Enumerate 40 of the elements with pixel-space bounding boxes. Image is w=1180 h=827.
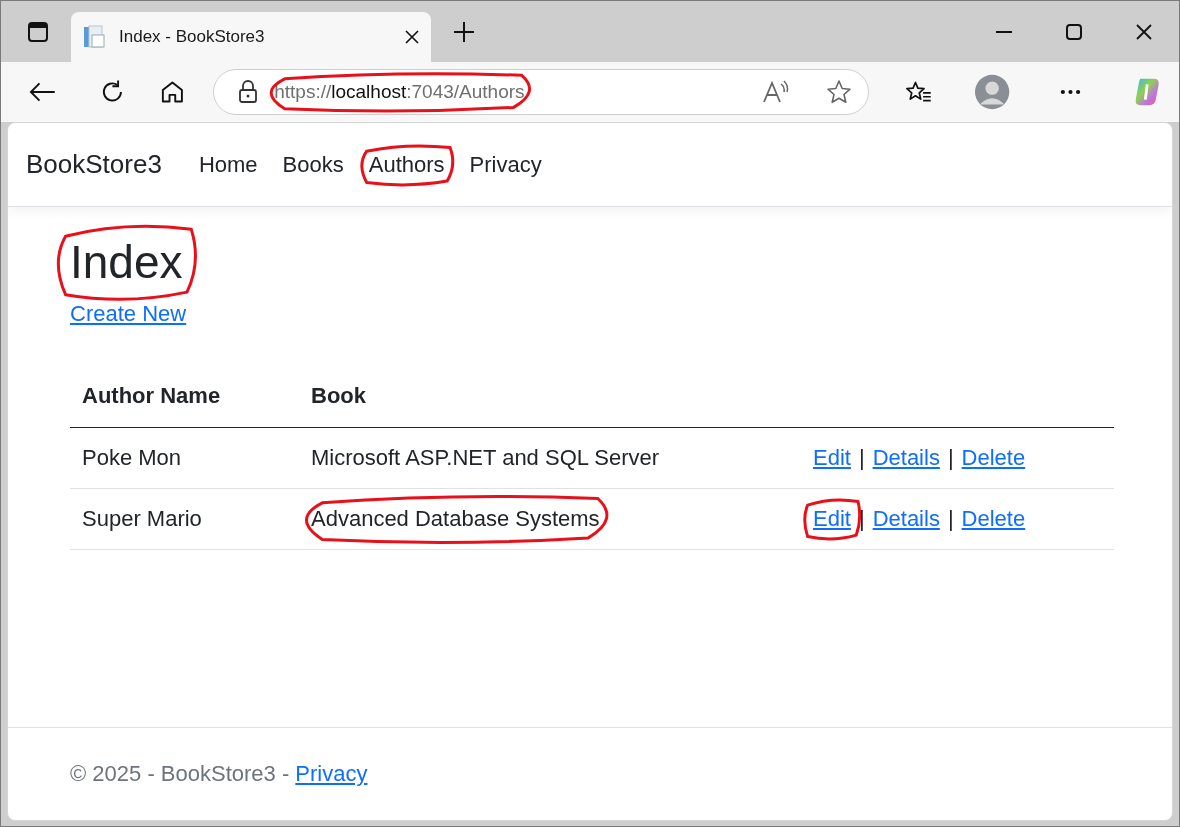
- nav-link[interactable]: Books: [282, 151, 344, 177]
- separator-text: |: [947, 506, 954, 531]
- nav-link[interactable]: Privacy: [469, 151, 542, 177]
- close-icon[interactable]: [405, 30, 419, 44]
- tab-title: Index - BookStore3: [119, 27, 266, 47]
- back-icon[interactable]: [29, 81, 56, 103]
- home-icon[interactable]: [160, 79, 186, 105]
- lock-icon: [238, 80, 259, 104]
- url-text: https://localhost:7043/Authors: [274, 81, 525, 102]
- minimize-icon[interactable]: [996, 30, 1012, 33]
- avatar-icon[interactable]: [975, 74, 1010, 110]
- action-link[interactable]: Delete: [961, 445, 1026, 470]
- favorites-icon[interactable]: [904, 80, 932, 104]
- book-cell: Microsoft ASP.NET and SQL Server: [311, 445, 660, 470]
- address-bar[interactable]: https://localhost:7043/Authors: [213, 69, 869, 115]
- action-link[interactable]: Edit: [813, 445, 851, 470]
- nav-link[interactable]: Home: [198, 151, 258, 177]
- column-header: Book: [299, 365, 801, 428]
- close-icon[interactable]: [1136, 23, 1152, 40]
- read-aloud-icon[interactable]: [761, 80, 790, 104]
- separator-text: |: [858, 506, 865, 531]
- browser-tab[interactable]: Index - BookStore3: [71, 12, 431, 62]
- page-icon: [83, 25, 105, 49]
- more-icon[interactable]: [1059, 89, 1081, 95]
- privacy-link[interactable]: Privacy: [295, 761, 368, 787]
- separator-text: |: [947, 445, 954, 470]
- action-link[interactable]: Details: [872, 506, 940, 531]
- author-cell: Super Mario: [82, 506, 202, 531]
- action-link[interactable]: Details: [872, 445, 940, 470]
- maximize-icon[interactable]: [1066, 23, 1082, 40]
- create-new-link[interactable]: Create New: [70, 301, 187, 326]
- page-heading: Index: [70, 235, 183, 289]
- author-cell: Poke Mon: [82, 445, 182, 470]
- star-icon[interactable]: [825, 79, 852, 105]
- brand-link[interactable]: BookStore3: [26, 149, 162, 180]
- book-cell: Advanced Database Systems: [311, 506, 600, 531]
- separator-text: |: [858, 445, 865, 470]
- action-link[interactable]: Delete: [961, 506, 1026, 531]
- footer-text: © 2025 - BookStore3 -: [70, 761, 291, 787]
- column-header: Author Name: [70, 365, 299, 428]
